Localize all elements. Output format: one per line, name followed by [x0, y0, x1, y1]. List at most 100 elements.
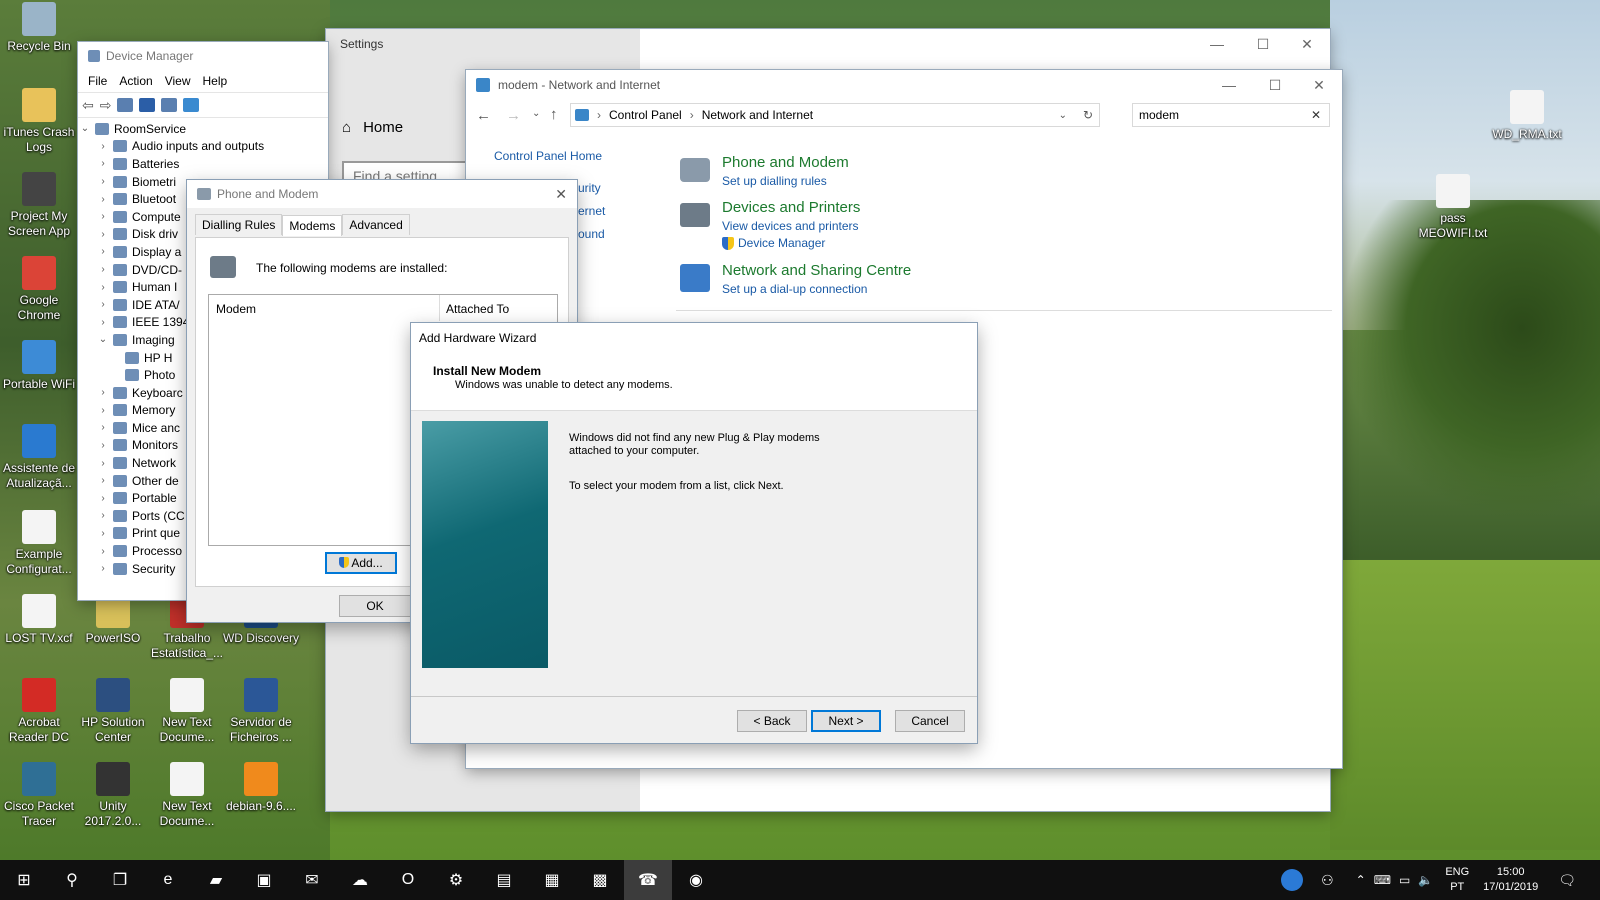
menu-file[interactable]: File [82, 74, 113, 88]
forward-arrow-icon[interactable]: ⇨ [100, 97, 112, 114]
control-panel-icon[interactable]: ▩ [576, 860, 624, 900]
collapse-arrow-icon[interactable]: ⌄ [78, 123, 92, 134]
expand-arrow-icon[interactable]: › [96, 405, 110, 416]
settings-home-link[interactable]: ⌂ Home [342, 119, 403, 136]
breadcrumb-control-panel[interactable]: Control Panel [609, 108, 682, 122]
desktop-icon[interactable]: Recycle Bin [0, 2, 78, 54]
desktop-icon[interactable]: WD_RMA.txt [1488, 90, 1566, 142]
file-explorer-icon[interactable]: ▰ [192, 860, 240, 900]
tab-advanced[interactable]: Advanced [342, 214, 410, 235]
cp-home-link[interactable]: Control Panel Home [494, 149, 602, 163]
cp-sidebar-link-sound[interactable]: ound [578, 227, 605, 241]
expand-arrow-icon[interactable]: › [96, 510, 110, 521]
add-modem-button[interactable]: Add... [325, 552, 397, 574]
input-method-icon[interactable]: ⌨ [1374, 873, 1391, 887]
expand-arrow-icon[interactable]: › [96, 528, 110, 539]
menu-view[interactable]: View [159, 74, 197, 88]
expand-arrow-icon[interactable]: › [96, 158, 110, 169]
menu-help[interactable]: Help [197, 74, 234, 88]
help-tray-icon[interactable] [1281, 869, 1304, 891]
desktop-icon[interactable]: Acrobat Reader DC [0, 678, 78, 745]
settings-maximize-button[interactable]: ☐ [1240, 29, 1286, 59]
properties-icon[interactable] [117, 98, 134, 112]
start-icon[interactable]: ⊞ [0, 860, 48, 900]
address-dropdown-icon[interactable]: ⌄ [1059, 110, 1067, 121]
settings-close-button[interactable]: ✕ [1284, 29, 1330, 59]
desktop-icon[interactable]: Google Chrome [0, 256, 78, 323]
desktop-icon[interactable]: New Text Docume... [148, 678, 226, 745]
up-button[interactable]: ↑ [550, 106, 558, 123]
tab-modems[interactable]: Modems [282, 215, 343, 236]
mail-icon[interactable]: ✉ [288, 860, 336, 900]
edge-icon[interactable]: e [144, 860, 192, 900]
result-heading-phone-modem[interactable]: Phone and Modem [722, 154, 849, 171]
expand-arrow-icon[interactable]: › [96, 246, 110, 257]
scan-hardware-icon[interactable] [183, 98, 200, 112]
cloud-icon[interactable]: ☁ [336, 860, 384, 900]
collapse-arrow-icon[interactable]: ⌄ [96, 334, 110, 345]
back-arrow-icon[interactable]: ⇦ [82, 97, 94, 114]
expand-arrow-icon[interactable]: › [96, 317, 110, 328]
help-icon[interactable] [139, 98, 156, 112]
link-device-manager[interactable]: Device Manager [738, 236, 825, 250]
people-icon[interactable]: ⚇ [1321, 872, 1334, 889]
store-icon[interactable]: ▣ [240, 860, 288, 900]
recent-locations-button[interactable]: ⌄ [532, 108, 540, 119]
refresh-icon[interactable]: ↻ [1083, 108, 1093, 122]
volume-icon[interactable]: 🔈 [1418, 873, 1433, 887]
desktop-icon[interactable]: Cisco Packet Tracer [0, 762, 78, 829]
device-manager-icon[interactable]: ▤ [480, 860, 528, 900]
cp-close-button[interactable]: ✕ [1296, 70, 1342, 100]
desktop-icon[interactable]: HP Solution Center [74, 678, 152, 745]
back-button[interactable]: < Back [737, 710, 807, 732]
cp-sidebar-link-security[interactable]: urity [578, 181, 601, 195]
column-modem[interactable]: Modem [216, 302, 256, 316]
desktop-icon[interactable]: LOST TV.xcf [0, 594, 78, 646]
menu-action[interactable]: Action [113, 74, 158, 88]
desktop-icon[interactable]: debian-9.6.... [222, 762, 300, 814]
desktop-icon[interactable]: pass MEOWIFI.txt [1414, 174, 1492, 241]
tree-root[interactable]: ⌄ RoomService [78, 120, 328, 138]
back-button[interactable]: ← [476, 107, 491, 124]
tab-dialling-rules[interactable]: Dialling Rules [195, 214, 283, 235]
desktop-icon[interactable]: Portable WiFi [0, 340, 78, 392]
forward-button[interactable]: → [506, 107, 521, 124]
expand-arrow-icon[interactable]: › [96, 176, 110, 187]
expand-arrow-icon[interactable]: › [96, 546, 110, 557]
chrome-icon[interactable]: ◉ [672, 860, 720, 900]
cp-sidebar-link-internet[interactable]: ernet [578, 204, 605, 218]
address-bar[interactable]: › Control Panel › Network and Internet ⌄… [570, 103, 1100, 127]
clock[interactable]: 15:00 17/01/2019 [1483, 865, 1538, 895]
expand-arrow-icon[interactable]: › [96, 493, 110, 504]
tree-item[interactable]: › Audio inputs and outputs [78, 138, 328, 156]
expand-arrow-icon[interactable]: › [96, 211, 110, 222]
update-driver-icon[interactable] [161, 98, 178, 112]
action-center-icon[interactable]: 🗨 [1558, 872, 1576, 889]
phone-modem-icon[interactable]: ☎ [624, 860, 672, 900]
link-dial-up[interactable]: Set up a dial-up connection [722, 282, 867, 296]
link-dialling-rules[interactable]: Set up dialling rules [722, 174, 827, 188]
desktop-icon[interactable]: iTunes Crash Logs [0, 88, 78, 155]
desktop-icon[interactable]: New Text Docume... [148, 762, 226, 829]
desktop-icon[interactable]: Assistente de Atualizaçã... [0, 424, 78, 491]
expand-arrow-icon[interactable]: › [96, 475, 110, 486]
settings-icon[interactable]: ⚙ [432, 860, 480, 900]
expand-arrow-icon[interactable]: › [96, 282, 110, 293]
link-view-devices[interactable]: View devices and printers [722, 219, 859, 233]
expand-arrow-icon[interactable]: › [96, 229, 110, 240]
task-view-icon[interactable]: ❐ [96, 860, 144, 900]
expand-arrow-icon[interactable]: › [96, 141, 110, 152]
result-heading-devices-printers[interactable]: Devices and Printers [722, 199, 860, 216]
settings-minimize-button[interactable]: — [1194, 29, 1240, 59]
clear-search-icon[interactable]: ✕ [1311, 108, 1321, 122]
next-button[interactable]: Next > [811, 710, 881, 732]
network-tray-icon[interactable]: ▭ [1399, 873, 1410, 887]
breadcrumb-network-internet[interactable]: Network and Internet [702, 108, 813, 122]
expand-arrow-icon[interactable]: › [96, 387, 110, 398]
outlook-icon[interactable]: O [384, 860, 432, 900]
expand-arrow-icon[interactable]: › [96, 563, 110, 574]
desktop-icon[interactable]: Project My Screen App [0, 172, 78, 239]
expand-arrow-icon[interactable]: › [96, 422, 110, 433]
expand-arrow-icon[interactable]: › [96, 440, 110, 451]
desktop-icon[interactable]: Servidor de Ficheiros ... [222, 678, 300, 745]
